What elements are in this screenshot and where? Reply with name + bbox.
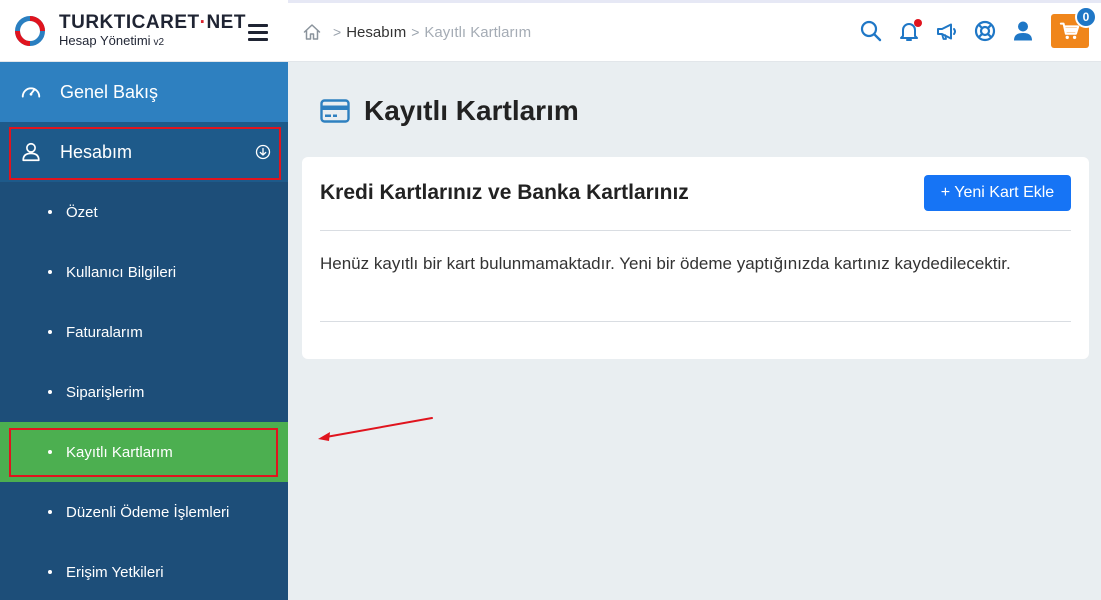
divider bbox=[320, 230, 1071, 231]
user-outline-icon bbox=[22, 142, 40, 162]
annotation-arrow-icon bbox=[318, 417, 433, 441]
menu-toggle-icon[interactable] bbox=[248, 24, 268, 41]
sidebar-item-recurring-payments[interactable]: Düzenli Ödeme İşlemleri bbox=[0, 482, 288, 542]
sidebar-item-access-permissions[interactable]: Erişim Yetkileri bbox=[0, 542, 288, 600]
empty-state-message: Henüz kayıtlı bir kart bulunmamaktadır. … bbox=[320, 254, 1011, 273]
divider bbox=[320, 321, 1071, 322]
sidebar-item-account[interactable]: Hesabım bbox=[0, 122, 288, 182]
sidebar-item-label: Özet bbox=[66, 203, 98, 221]
bullet-icon bbox=[48, 450, 52, 454]
brand-header: TURKTICARET·NET Hesap Yönetimi v2 bbox=[0, 0, 288, 62]
sidebar-item-invoices[interactable]: Faturalarım bbox=[0, 302, 288, 362]
credit-card-icon bbox=[320, 99, 350, 123]
bullet-icon bbox=[48, 570, 52, 574]
support-lifebuoy-icon[interactable] bbox=[973, 19, 997, 43]
dashboard-gauge-icon bbox=[21, 87, 41, 98]
brand-subtitle: Hesap Yönetimi v2 bbox=[59, 33, 165, 48]
breadcrumb-current: Kayıtlı Kartlarım bbox=[424, 23, 532, 41]
add-new-card-button[interactable]: + Yeni Kart Ekle bbox=[924, 175, 1071, 211]
sidebar-item-orders[interactable]: Siparişlerim bbox=[0, 362, 288, 422]
cart-count-badge: 0 bbox=[1075, 6, 1097, 28]
topbar: > Hesabım > Kayıtlı Kartlarım 0 bbox=[288, 0, 1101, 62]
sidebar-item-summary[interactable]: Özet bbox=[0, 182, 288, 242]
sidebar-item-label: Hesabım bbox=[60, 141, 133, 162]
bullet-icon bbox=[48, 210, 52, 214]
sidebar-item-label: Siparişlerim bbox=[66, 383, 145, 401]
chevron-right-icon: > bbox=[411, 24, 420, 40]
panel-title: Kredi Kartlarınız ve Banka Kartlarınız bbox=[320, 181, 689, 204]
saved-cards-panel: Kredi Kartlarınız ve Banka Kartlarınız +… bbox=[302, 157, 1089, 359]
sidebar-item-label: Düzenli Ödeme İşlemleri bbox=[66, 503, 230, 521]
account-submenu: Özet Kullanıcı Bilgileri Faturalarım Sip… bbox=[0, 182, 288, 600]
page-title: Kayıtlı Kartlarım bbox=[320, 95, 579, 127]
bullet-icon bbox=[48, 390, 52, 394]
breadcrumb: > Hesabım > Kayıtlı Kartlarım bbox=[302, 22, 531, 42]
breadcrumb-link-account[interactable]: Hesabım bbox=[346, 24, 406, 41]
search-icon[interactable] bbox=[859, 19, 883, 43]
sidebar-item-label: Erişim Yetkileri bbox=[66, 563, 164, 581]
page-title-text: Kayıtlı Kartlarım bbox=[364, 95, 579, 126]
chevron-right-icon: > bbox=[333, 24, 342, 40]
megaphone-icon[interactable] bbox=[935, 19, 959, 43]
home-icon[interactable] bbox=[302, 22, 322, 42]
sidebar-item-label: Faturalarım bbox=[66, 323, 143, 341]
sidebar-item-label: Kayıtlı Kartlarım bbox=[66, 443, 173, 461]
brand-text: TURKTICARET·NET Hesap Yönetimi v2 bbox=[59, 13, 246, 48]
sidebar-item-label: Kullanıcı Bilgileri bbox=[66, 263, 177, 281]
sidebar-item-saved-cards[interactable]: Kayıtlı Kartlarım bbox=[0, 422, 288, 482]
sidebar-item-overview[interactable]: Genel Bakış bbox=[0, 62, 288, 122]
sidebar: TURKTICARET·NET Hesap Yönetimi v2 Genel B… bbox=[0, 0, 288, 600]
bullet-icon bbox=[48, 270, 52, 274]
user-icon[interactable] bbox=[1011, 19, 1035, 43]
sidebar-item-user-info[interactable]: Kullanıcı Bilgileri bbox=[0, 242, 288, 302]
brand-logo-icon[interactable] bbox=[14, 15, 46, 47]
notification-dot bbox=[914, 19, 922, 27]
bullet-icon bbox=[48, 510, 52, 514]
brand-name: TURKTICARET·NET bbox=[59, 12, 246, 33]
sidebar-item-label: Genel Bakış bbox=[60, 81, 159, 102]
bullet-icon bbox=[48, 330, 52, 334]
chevron-down-circle-icon[interactable] bbox=[255, 144, 271, 160]
brand-version: v2 bbox=[153, 37, 165, 48]
